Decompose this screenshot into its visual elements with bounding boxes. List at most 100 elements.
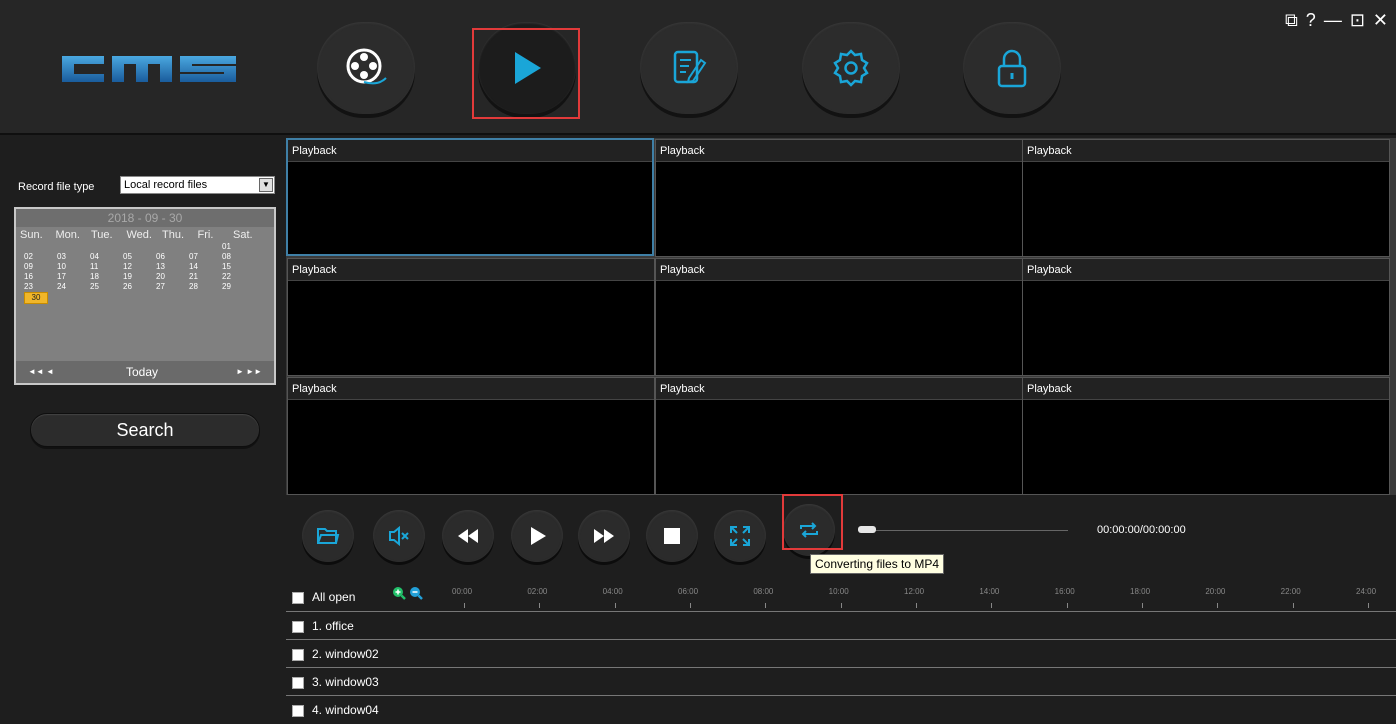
calendar-prev-icon[interactable]: ◄◄ ◄ (28, 361, 54, 383)
calendar-day[interactable]: 05 (123, 252, 156, 262)
calendar-day[interactable]: 19 (123, 272, 156, 282)
calendar-day[interactable]: 16 (24, 272, 57, 282)
rewind-button[interactable] (442, 510, 494, 562)
play-button[interactable] (511, 510, 563, 562)
timeline-hour-label: 18:00 (1130, 587, 1151, 596)
calendar-day[interactable]: 18 (90, 272, 123, 282)
calendar-day[interactable]: 06 (156, 252, 189, 262)
calendar-day-selected[interactable]: 30 (24, 292, 48, 304)
channel-checkbox[interactable] (292, 705, 304, 717)
mute-icon (389, 525, 409, 547)
search-button[interactable]: Search (30, 413, 260, 447)
timeline-panel: All open 00:00 02:00 04:00 06:00 08:00 10:00 1… (286, 583, 1396, 724)
channel-checkbox[interactable] (292, 649, 304, 661)
calendar-day[interactable]: 03 (57, 252, 90, 262)
playback-pane[interactable]: Playback (655, 139, 1023, 257)
calendar-day[interactable]: 22 (222, 272, 255, 282)
timeline-hour-mark (614, 603, 616, 608)
calendar-day[interactable]: 24 (57, 282, 90, 292)
calendar-day[interactable]: 13 (156, 262, 189, 272)
calendar-day[interactable]: 14 (189, 262, 222, 272)
mute-button[interactable] (373, 510, 425, 562)
channel-row[interactable]: 2. window02 (286, 640, 1396, 668)
channel-row[interactable]: 4. window04 (286, 696, 1396, 724)
calendar-day[interactable]: 20 (156, 272, 189, 282)
calendar-day[interactable]: 23 (24, 282, 57, 292)
open-folder-button[interactable] (302, 510, 354, 562)
lock-icon (997, 49, 1027, 88)
zoom-in-icon[interactable] (393, 587, 406, 600)
calendar-day[interactable]: 08 (222, 252, 255, 262)
zoom-controls (393, 587, 423, 600)
playback-pane[interactable]: Playback (286, 138, 654, 256)
rewind-icon (458, 529, 478, 543)
calendar-day[interactable]: 26 (123, 282, 156, 292)
playback-pane[interactable]: Playback (655, 258, 1023, 376)
pane-title: Playback (1023, 378, 1389, 400)
channel-checkbox[interactable] (292, 621, 304, 633)
restore-icon[interactable]: ⊡ (1350, 10, 1365, 30)
nav-lock-button[interactable] (963, 22, 1061, 114)
channel-row[interactable]: 3. window03 (286, 668, 1396, 696)
playback-pane[interactable]: Playback (1022, 139, 1390, 257)
record-file-type-select[interactable]: Local record files ▼ (120, 176, 275, 194)
playback-pane[interactable]: Playback (287, 258, 655, 376)
playback-pane[interactable]: Playback (287, 377, 655, 495)
pane-title: Playback (288, 259, 654, 281)
calendar-day[interactable]: 10 (57, 262, 90, 272)
calendar-day[interactable]: 17 (57, 272, 90, 282)
timeline-hour-mark (464, 603, 465, 608)
timeline-hour-label: 10:00 (828, 587, 849, 596)
remote-config-icon[interactable]: ⧉ (1285, 10, 1298, 30)
calendar-day[interactable]: 07 (189, 252, 222, 262)
weekday-label: Wed. (126, 229, 152, 241)
fast-forward-button[interactable] (578, 510, 630, 562)
playback-pane[interactable]: Playback (1022, 258, 1390, 376)
calendar-days-grid: 01 02 03 04 05 06 07 08 09 10 11 12 13 14 15 16 17 18 1… (16, 241, 274, 304)
progress-track[interactable] (858, 530, 1068, 531)
dropdown-arrow-icon[interactable]: ▼ (259, 178, 273, 192)
nav-log-button[interactable] (640, 22, 738, 114)
playback-pane[interactable]: Playback (1022, 377, 1390, 495)
calendar-day[interactable]: 09 (24, 262, 57, 272)
calendar-weekdays: Sun. Mon. Tue. Wed. Thu. Fri. Sat. (16, 227, 274, 241)
open-folder-icon (317, 528, 340, 544)
progress-thumb[interactable] (858, 526, 876, 533)
calendar-day[interactable]: 28 (189, 282, 222, 292)
stop-button[interactable] (646, 510, 698, 562)
calendar-today-button[interactable]: Today (126, 361, 158, 383)
weekday-label: Sat. (233, 229, 253, 241)
calendar-next-icon[interactable]: ► ►► (236, 361, 262, 383)
calendar-day[interactable]: 04 (90, 252, 123, 262)
fullscreen-button[interactable] (714, 510, 766, 562)
pane-title: Playback (288, 378, 654, 400)
calendar-day[interactable]: 15 (222, 262, 255, 272)
stop-icon (664, 528, 680, 544)
timeline-hour-mark (991, 603, 993, 608)
calendar-day[interactable]: 12 (123, 262, 156, 272)
cms-logo (60, 52, 240, 91)
calendar-header: 2018 - 09 - 30 (16, 209, 274, 227)
playback-pane[interactable]: Playback (655, 377, 1023, 495)
calendar-day[interactable]: 01 (222, 242, 255, 252)
all-open-checkbox[interactable] (292, 592, 304, 604)
close-icon[interactable]: ✕ (1373, 10, 1388, 30)
nav-recording-button[interactable] (317, 22, 415, 114)
calendar-day[interactable]: 21 (189, 272, 222, 282)
channel-row[interactable]: 1. office (286, 612, 1396, 640)
calendar-day[interactable]: 11 (90, 262, 123, 272)
timeline-hour-label: 16:00 (1054, 587, 1075, 596)
help-icon[interactable]: ? (1306, 10, 1316, 30)
calendar-day[interactable]: 27 (156, 282, 189, 292)
calendar-day[interactable]: 29 (222, 282, 255, 292)
weekday-label: Tue. (91, 229, 113, 241)
channel-label: 3. window03 (312, 675, 379, 689)
nav-settings-button[interactable] (802, 22, 900, 114)
channel-checkbox[interactable] (292, 677, 304, 689)
zoom-out-icon[interactable] (410, 587, 423, 600)
calendar-day[interactable]: 25 (90, 282, 123, 292)
timeline-hour-mark (1066, 603, 1068, 608)
fullscreen-icon (730, 526, 750, 546)
minimize-icon[interactable]: — (1324, 10, 1342, 30)
calendar-day[interactable]: 02 (24, 252, 57, 262)
